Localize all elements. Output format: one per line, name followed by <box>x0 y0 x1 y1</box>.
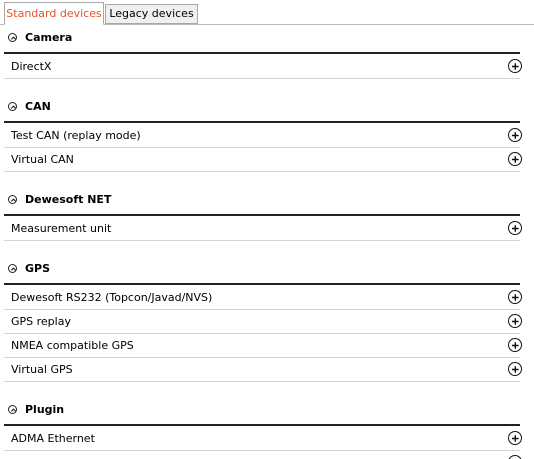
list-item-label: ADMA Ethernet <box>11 432 95 445</box>
list-item-label: Measurement unit <box>11 222 112 235</box>
section-header-dewesoft-net[interactable]: Dewesoft NET <box>4 190 520 216</box>
list-item-label: GPS replay <box>11 315 71 328</box>
add-circle-icon[interactable] <box>508 221 522 235</box>
tab-legacy-devices[interactable]: Legacy devices <box>105 4 198 24</box>
section-title: CAN <box>25 100 51 113</box>
list-item[interactable]: Test CAN (replay mode) <box>4 123 522 148</box>
list-item[interactable]: Dewesoft RS232 (Topcon/Javad/NVS) <box>4 285 522 310</box>
section-header-camera[interactable]: Camera <box>4 28 520 54</box>
list-item[interactable]: NMEA compatible GPS <box>4 333 522 358</box>
device-tabs: Standard devices Legacy devices <box>0 0 534 25</box>
list-item-label: Test CAN (replay mode) <box>11 129 141 142</box>
list-item[interactable]: Measurement unit <box>4 216 522 241</box>
chevron-up-icon[interactable] <box>8 264 17 273</box>
add-circle-icon[interactable] <box>508 362 522 376</box>
device-list: Camera DirectX CAN Test CAN (replay mode… <box>0 25 534 459</box>
tab-standard-devices[interactable]: Standard devices <box>4 2 104 25</box>
section-header-can[interactable]: CAN <box>4 97 520 123</box>
chevron-up-icon[interactable] <box>8 33 17 42</box>
chevron-up-icon[interactable] <box>8 405 17 414</box>
add-circle-icon[interactable] <box>508 314 522 328</box>
section-title: GPS <box>25 262 51 275</box>
add-circle-icon[interactable] <box>508 338 522 352</box>
list-item[interactable]: DirectX <box>4 54 522 79</box>
section-header-plugin[interactable]: Plugin <box>4 400 520 426</box>
add-circle-icon[interactable] <box>508 59 522 73</box>
section-title: Camera <box>25 31 73 44</box>
list-item[interactable]: GPS replay <box>4 309 522 334</box>
section-title: Dewesoft NET <box>25 193 112 206</box>
chevron-up-icon[interactable] <box>8 102 17 111</box>
list-item-label: Dewesoft RS232 (Topcon/Javad/NVS) <box>11 291 213 304</box>
list-item-label: Virtual GPS <box>11 363 73 376</box>
section-title: Plugin <box>25 403 65 416</box>
list-item[interactable] <box>4 450 522 459</box>
add-circle-icon[interactable] <box>508 290 522 304</box>
add-circle-icon[interactable] <box>508 128 522 142</box>
add-circle-icon[interactable] <box>508 455 522 459</box>
list-item-label: Virtual CAN <box>11 153 74 166</box>
chevron-up-icon[interactable] <box>8 195 17 204</box>
list-item[interactable]: ADMA Ethernet <box>4 426 522 451</box>
list-item-label: DirectX <box>11 60 52 73</box>
list-item[interactable]: Virtual GPS <box>4 357 522 382</box>
section-header-gps[interactable]: GPS <box>4 259 520 285</box>
list-item-label: NMEA compatible GPS <box>11 339 134 352</box>
add-circle-icon[interactable] <box>508 152 522 166</box>
add-circle-icon[interactable] <box>508 431 522 445</box>
list-item[interactable]: Virtual CAN <box>4 147 522 172</box>
